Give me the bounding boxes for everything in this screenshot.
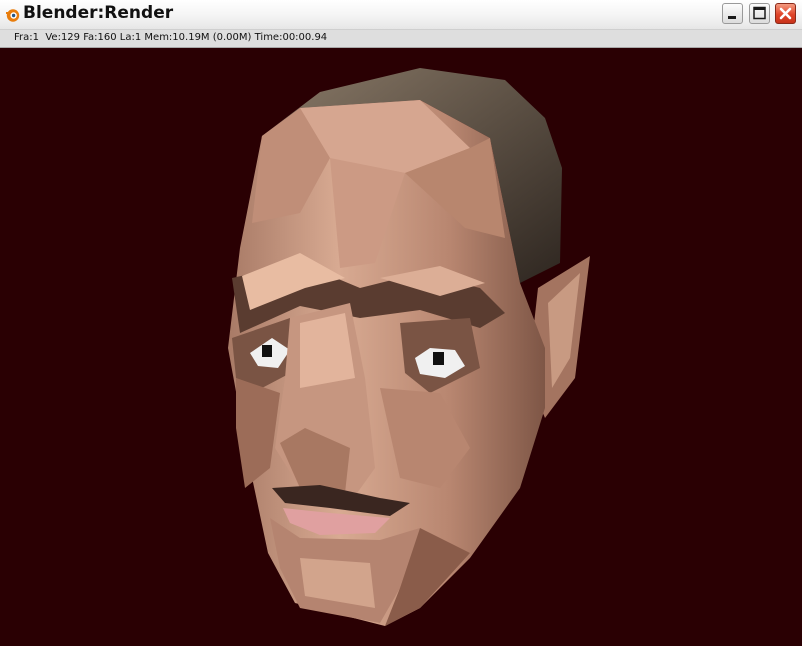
render-window: Blender:Render Fra:1 Ve:129 Fa:160 La:1 …: [0, 0, 802, 646]
close-icon: [779, 7, 792, 20]
title-bar[interactable]: Blender:Render: [0, 0, 802, 30]
minimize-icon: [728, 16, 736, 19]
blender-logo-icon: [6, 9, 20, 22]
window-title: Blender:Render: [23, 3, 174, 23]
render-stats-text: Fra:1 Ve:129 Fa:160 La:1 Mem:10.19M (0.0…: [14, 32, 328, 43]
maximize-button[interactable]: [749, 3, 770, 24]
render-viewport: [0, 48, 802, 646]
minimize-button[interactable]: [722, 3, 743, 24]
render-status-bar: Fra:1 Ve:129 Fa:160 La:1 Mem:10.19M (0.0…: [0, 30, 802, 48]
rendered-head-image: [228, 68, 590, 626]
maximize-icon: [753, 6, 766, 20]
close-button[interactable]: [775, 3, 796, 24]
